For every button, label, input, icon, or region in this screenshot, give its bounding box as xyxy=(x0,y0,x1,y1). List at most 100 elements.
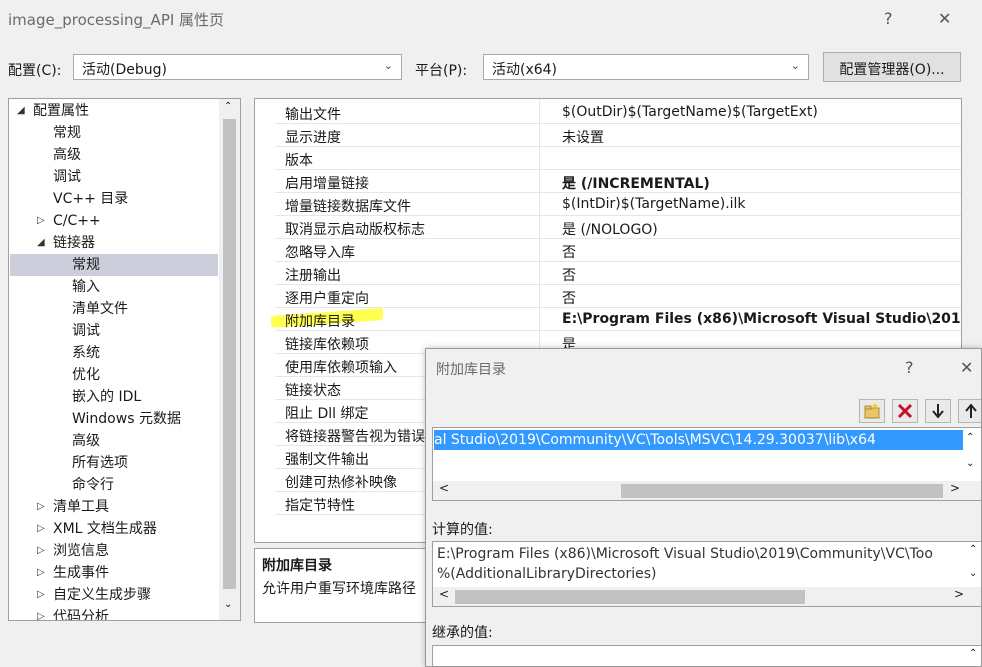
tree-item[interactable]: 清单文件 xyxy=(72,298,128,320)
platform-select[interactable]: 活动(x64) ⌄ xyxy=(483,54,809,80)
expanded-arrow-icon[interactable]: ◢ xyxy=(17,100,25,122)
collapsed-arrow-icon[interactable]: ▷ xyxy=(37,518,45,540)
tree-item[interactable]: 常规 xyxy=(72,254,100,276)
tree-item[interactable]: 优化 xyxy=(72,364,100,386)
move-down-button[interactable] xyxy=(925,399,951,423)
computed-hscrollbar[interactable]: < > xyxy=(433,587,981,606)
path-hscroll-thumb[interactable] xyxy=(621,484,943,498)
scroll-left-icon[interactable]: < xyxy=(439,481,449,495)
tree-item[interactable]: 调试 xyxy=(72,320,100,342)
description-pane: 附加库目录 允许用户重写环境库路径 xyxy=(254,548,434,623)
config-value: 活动(Debug) xyxy=(82,62,167,78)
property-row[interactable]: 显示进度 未设置 xyxy=(275,124,961,147)
arrow-down-icon xyxy=(932,404,944,419)
property-row[interactable]: 输出文件 $(OutDir)$(TargetName)$(TargetExt) xyxy=(275,101,961,124)
config-manager-button[interactable]: 配置管理器(O)... xyxy=(823,52,961,82)
path-entry[interactable]: al Studio\2019\Community\VC\Tools\MSVC\1… xyxy=(434,430,963,450)
tree-item[interactable]: 高级 xyxy=(53,144,81,166)
property-value[interactable]: 否 xyxy=(562,242,576,262)
tree-item[interactable]: 所有选项 xyxy=(72,452,128,474)
tree-item[interactable]: 嵌入的 IDL xyxy=(72,386,141,408)
tree-item[interactable]: 输入 xyxy=(72,276,100,298)
expanded-arrow-icon[interactable]: ◢ xyxy=(37,232,45,254)
delete-icon xyxy=(897,403,913,419)
scroll-up-icon[interactable]: ⌃ xyxy=(224,101,232,112)
tree-item[interactable]: 链接器 xyxy=(53,232,95,254)
property-name: 输出文件 xyxy=(285,107,341,123)
scroll-up-icon[interactable]: ⌃ xyxy=(966,432,974,443)
inherited-value-box: ⌃ xyxy=(432,645,981,666)
property-value[interactable]: 否 xyxy=(562,265,576,285)
description-title: 附加库目录 xyxy=(262,558,332,574)
property-name: 链接状态 xyxy=(285,383,341,399)
property-row[interactable]: 增量链接数据库文件 $(IntDir)$(TargetName).ilk xyxy=(275,193,961,216)
collapsed-arrow-icon[interactable]: ▷ xyxy=(37,562,45,584)
close-button[interactable]: ✕ xyxy=(938,9,951,28)
scroll-up-icon[interactable]: ⌃ xyxy=(969,648,977,659)
move-up-button[interactable] xyxy=(958,399,981,423)
collapsed-arrow-icon[interactable]: ▷ xyxy=(37,584,45,606)
scroll-down-icon[interactable]: ⌄ xyxy=(966,458,974,469)
property-name: 链接库依赖项 xyxy=(285,337,369,353)
description-text: 允许用户重写环境库路径 xyxy=(262,581,416,597)
tree-item[interactable]: XML 文档生成器 xyxy=(53,518,157,540)
dialog-help-button[interactable]: ? xyxy=(905,358,914,377)
property-row[interactable]: 忽略导入库 否 xyxy=(275,239,961,262)
property-row[interactable]: 启用增量链接 是 (/INCREMENTAL) xyxy=(275,170,961,193)
property-row[interactable]: 逐用户重定向 否 xyxy=(275,285,961,308)
tree-item[interactable]: 生成事件 xyxy=(53,562,109,584)
tree-item[interactable]: 高级 xyxy=(72,430,100,452)
scroll-down-icon[interactable]: ⌄ xyxy=(969,568,977,579)
property-row[interactable]: 注册输出 否 xyxy=(275,262,961,285)
collapsed-arrow-icon[interactable]: ▷ xyxy=(37,540,45,562)
property-tree: ◢ 配置属性 常规 高级 调试 VC++ 目录 ▷ C/C++ ◢ 链接器 常规 输入 清单文件 调试 系统… xyxy=(8,98,241,621)
platform-label: 平台(P): xyxy=(415,63,468,79)
new-line-button[interactable] xyxy=(859,399,885,423)
tree-item[interactable]: 调试 xyxy=(53,166,81,188)
tree-item[interactable]: 代码分析 xyxy=(53,606,109,620)
scroll-down-icon[interactable]: ⌄ xyxy=(224,599,232,610)
scroll-up-icon[interactable]: ⌃ xyxy=(969,544,977,555)
property-row[interactable]: 附加库目录 E:\Program Files (x86)\Microsoft Vi… xyxy=(271,308,961,331)
tree-item[interactable]: Windows 元数据 xyxy=(72,408,181,430)
property-name: 取消显示启动版权标志 xyxy=(285,222,425,238)
property-value[interactable]: 未设置 xyxy=(562,127,604,147)
property-value[interactable]: E:\Program Files (x86)\Microsoft Visual … xyxy=(562,311,961,327)
property-name: 附加库目录 xyxy=(285,314,355,330)
scroll-right-icon[interactable]: > xyxy=(954,587,964,601)
tree-scroll-thumb[interactable] xyxy=(223,119,236,589)
scroll-right-icon[interactable]: > xyxy=(950,481,960,495)
collapsed-arrow-icon[interactable]: ▷ xyxy=(37,210,45,232)
property-row[interactable]: 取消显示启动版权标志 是 (/NOLOGO) xyxy=(275,216,961,239)
tree-item[interactable]: 系统 xyxy=(72,342,100,364)
property-value[interactable]: $(IntDir)$(TargetName).ilk xyxy=(562,196,746,212)
tree-item[interactable]: 常规 xyxy=(53,122,81,144)
dialog-close-button[interactable]: ✕ xyxy=(960,358,973,377)
computed-hscroll-thumb[interactable] xyxy=(455,590,805,604)
tree-item[interactable]: 配置属性 xyxy=(33,100,89,122)
path-list: al Studio\2019\Community\VC\Tools\MSVC\1… xyxy=(432,427,981,501)
property-name: 阻止 Dll 绑定 xyxy=(285,406,369,422)
tree-scrollbar[interactable]: ⌃ ⌄ xyxy=(219,99,240,620)
library-dirs-dialog: 附加库目录 ? ✕ al Studio\2019\Community\VC\To… xyxy=(425,348,982,667)
collapsed-arrow-icon[interactable]: ▷ xyxy=(37,496,45,518)
property-name: 强制文件输出 xyxy=(285,452,369,468)
tree-item[interactable]: 自定义生成步骤 xyxy=(53,584,151,606)
delete-line-button[interactable] xyxy=(892,399,918,423)
property-value[interactable]: 是 (/INCREMENTAL) xyxy=(562,173,710,193)
collapsed-arrow-icon[interactable]: ▷ xyxy=(37,606,45,620)
tree-item[interactable]: 命令行 xyxy=(72,474,114,496)
scroll-left-icon[interactable]: < xyxy=(439,587,449,601)
tree-item[interactable]: C/C++ xyxy=(53,210,101,232)
tree-item[interactable]: 浏览信息 xyxy=(53,540,109,562)
property-row[interactable]: 版本 xyxy=(275,147,961,170)
config-select[interactable]: 活动(Debug) ⌄ xyxy=(73,54,402,80)
path-hscrollbar[interactable]: < > xyxy=(433,481,981,500)
tree-item[interactable]: 清单工具 xyxy=(53,496,109,518)
property-value[interactable]: $(OutDir)$(TargetName)$(TargetExt) xyxy=(562,104,818,120)
property-name: 版本 xyxy=(285,153,313,169)
tree-item[interactable]: VC++ 目录 xyxy=(53,188,128,210)
property-value[interactable]: 否 xyxy=(562,288,576,308)
property-value[interactable]: 是 (/NOLOGO) xyxy=(562,219,658,239)
help-button[interactable]: ? xyxy=(884,9,893,28)
